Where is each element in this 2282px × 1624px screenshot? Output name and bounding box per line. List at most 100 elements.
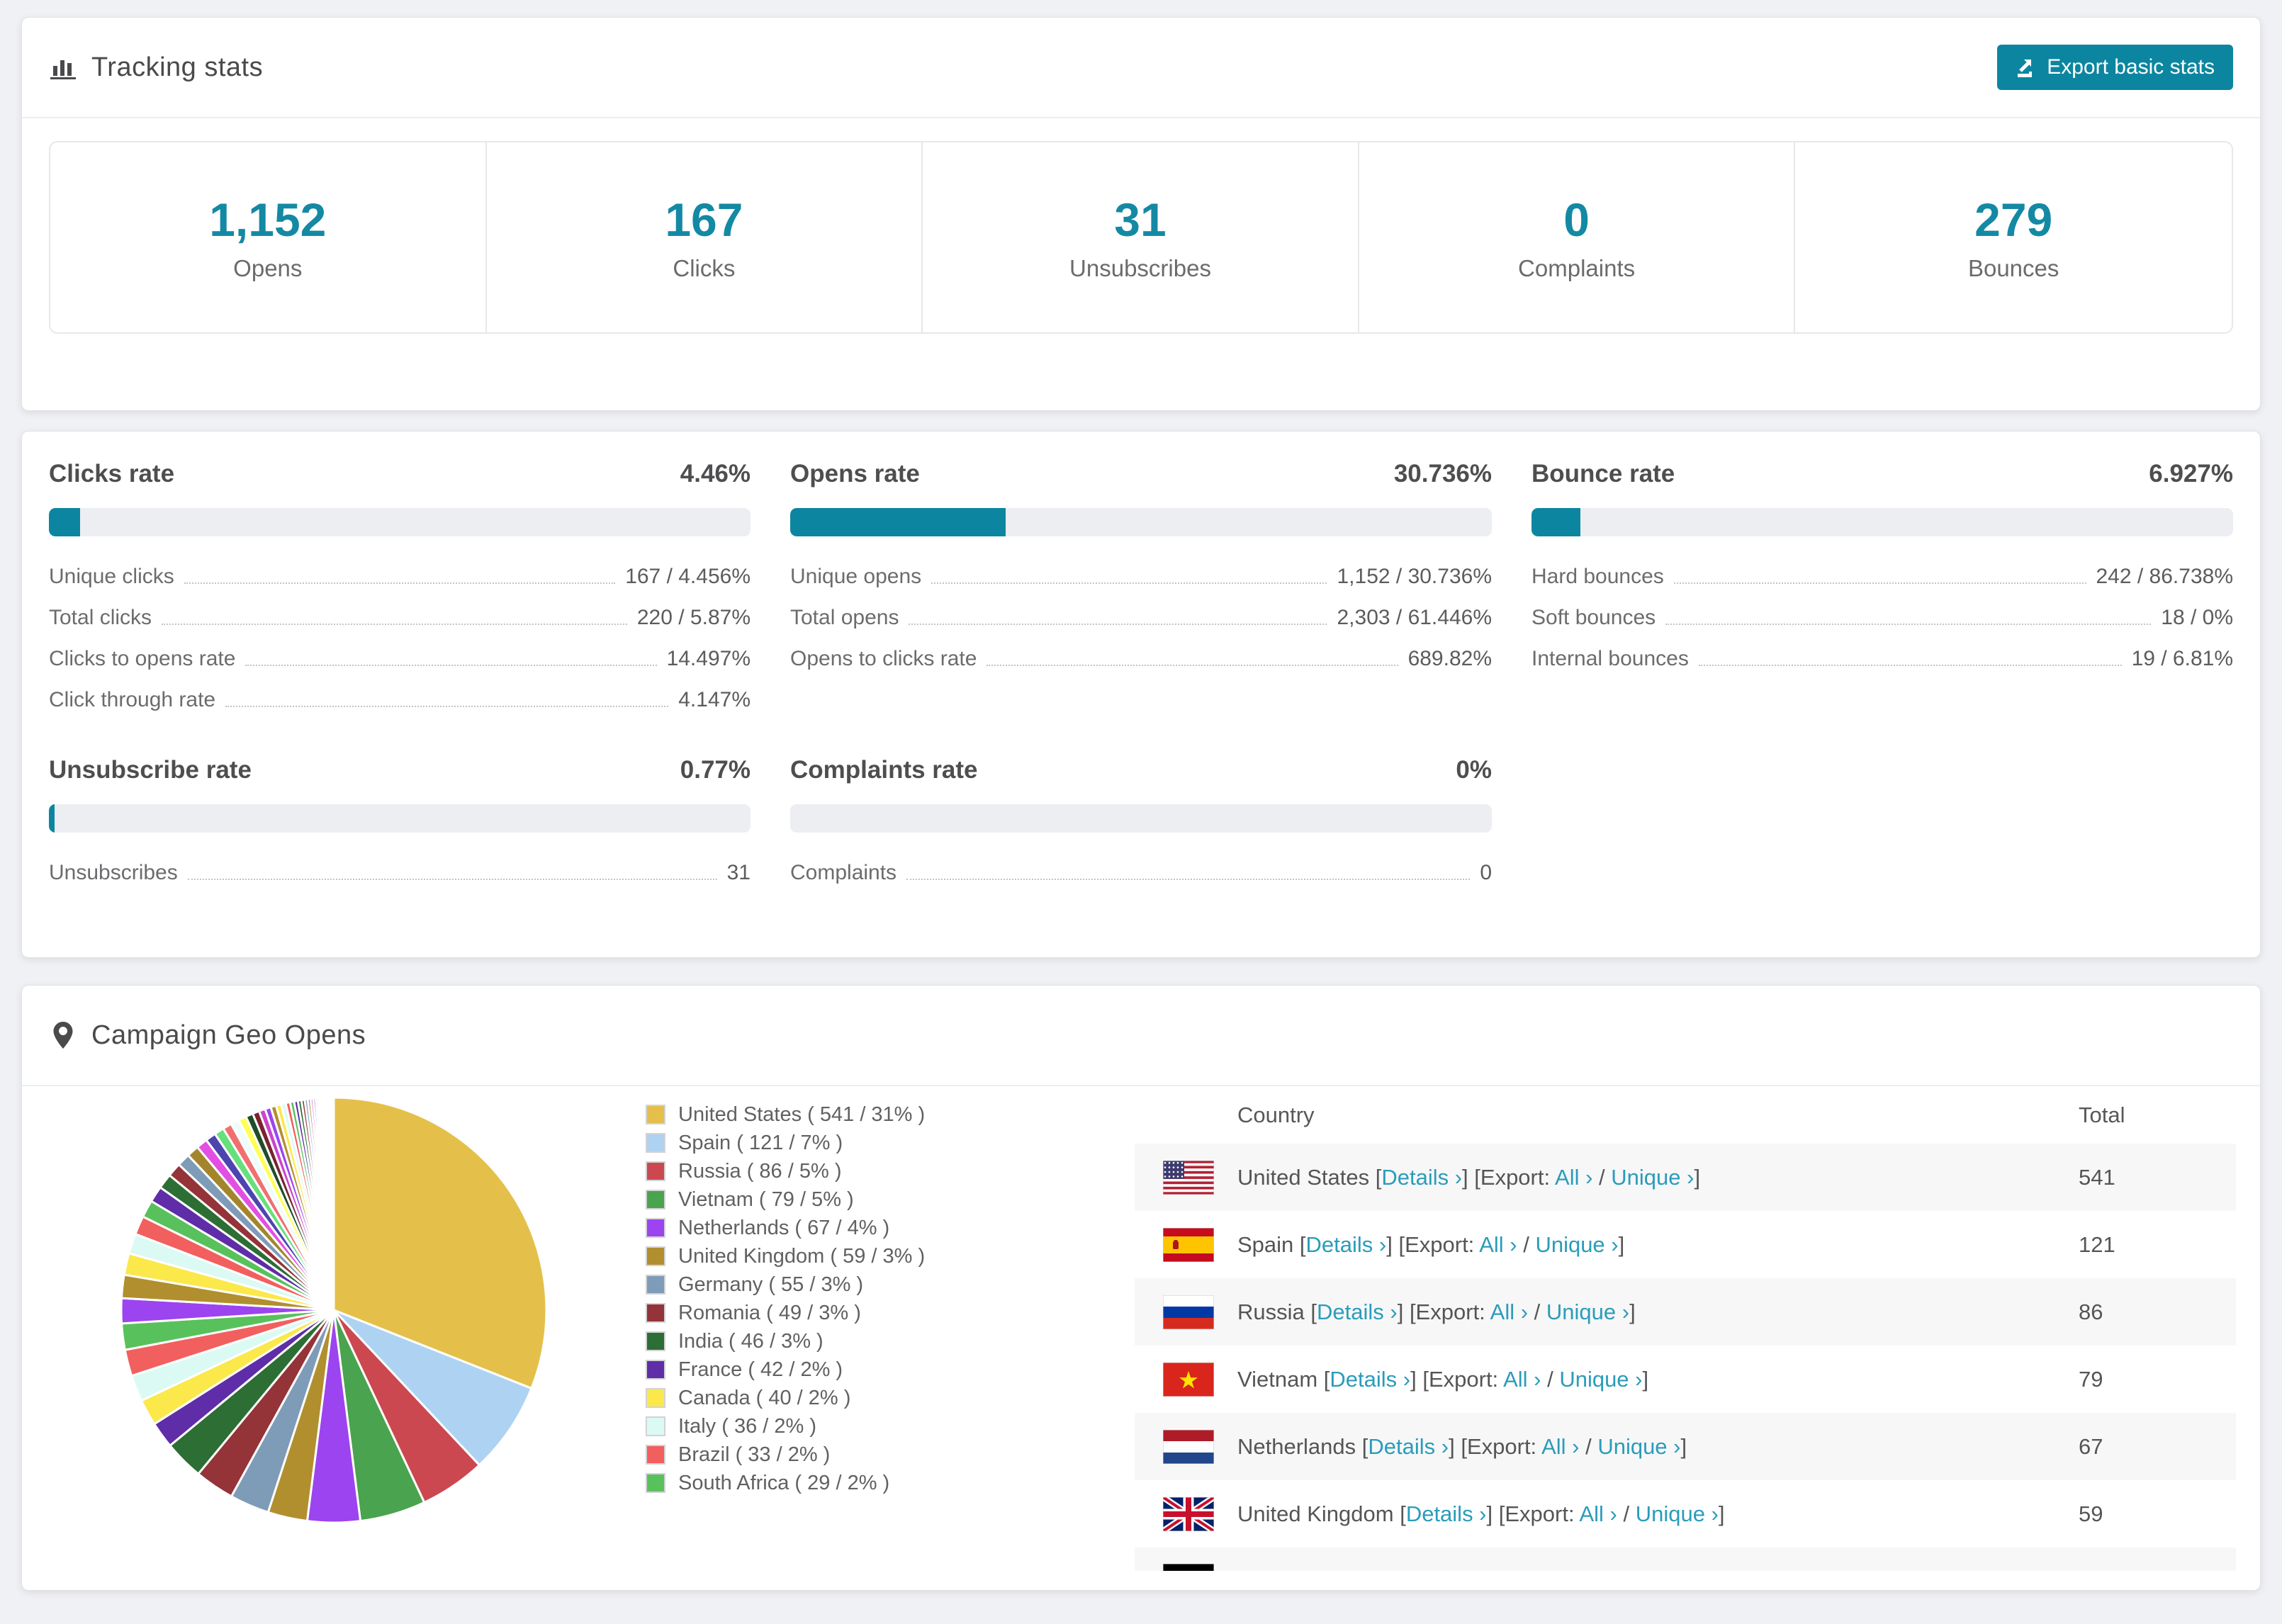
dotted-leader bbox=[931, 582, 1327, 584]
export-unique-link[interactable]: Unique › bbox=[1597, 1434, 1680, 1459]
geo-country-cell: United States [Details ›] [Export: All ›… bbox=[1237, 1165, 1700, 1190]
legend-label: Vietnam ( 79 / 5% ) bbox=[678, 1188, 854, 1211]
export-all-link[interactable]: All › bbox=[1541, 1434, 1579, 1459]
details-link[interactable]: Details › bbox=[1381, 1165, 1462, 1190]
export-all-link[interactable]: All › bbox=[1555, 1165, 1592, 1190]
export-unique-link[interactable]: Unique › bbox=[1611, 1165, 1694, 1190]
legend-item: Canada ( 40 / 2% ) bbox=[646, 1384, 1135, 1412]
export-unique-link[interactable]: Unique › bbox=[1636, 1501, 1719, 1526]
flag-gb-icon bbox=[1163, 1496, 1214, 1531]
rate-value: 0.77% bbox=[680, 756, 751, 784]
flag-ru-icon bbox=[1163, 1295, 1214, 1329]
metric-label: Unsubscribes bbox=[49, 861, 178, 884]
export-all-link[interactable]: All › bbox=[1503, 1367, 1541, 1392]
dotted-leader bbox=[225, 706, 669, 707]
rate-value: 6.927% bbox=[2149, 460, 2233, 487]
details-link[interactable]: Details › bbox=[1306, 1232, 1387, 1257]
slash: / bbox=[1541, 1366, 1560, 1392]
dotted-leader bbox=[184, 582, 616, 584]
export-unique-link[interactable]: Unique › bbox=[1546, 1299, 1629, 1324]
metric-label: Opens to clicks rate bbox=[790, 647, 977, 670]
details-link[interactable]: Details › bbox=[1406, 1501, 1487, 1526]
slash: / bbox=[1579, 1433, 1598, 1459]
export-all-link[interactable]: All › bbox=[1479, 1232, 1517, 1257]
metric-label: Internal bounces bbox=[1531, 647, 1689, 670]
rate-rows: Unique opens 1,152 / 30.736% Total opens… bbox=[790, 556, 1492, 680]
export-label: [Export: bbox=[1409, 1299, 1490, 1324]
geo-title-text: Campaign Geo Opens bbox=[91, 1020, 366, 1050]
metric-value: 31 bbox=[726, 861, 751, 884]
legend-item: India ( 46 / 3% ) bbox=[646, 1327, 1135, 1355]
export-basic-stats-button[interactable]: Export basic stats bbox=[1997, 45, 2233, 90]
bracket: [ bbox=[1400, 1501, 1406, 1526]
legend-label: Canada ( 40 / 2% ) bbox=[678, 1386, 851, 1409]
metric-label: Total clicks bbox=[49, 606, 152, 629]
rate-rows: Unique clicks 167 / 4.456% Total clicks … bbox=[49, 556, 751, 721]
stat-label: Unsubscribes bbox=[1069, 255, 1211, 281]
rate-progress-track bbox=[790, 804, 1492, 833]
geo-table-rows: United States [Details ›] [Export: All ›… bbox=[1135, 1144, 2236, 1571]
export-unique-link[interactable]: Unique › bbox=[1535, 1232, 1618, 1257]
metric-row: Clicks to opens rate 14.497% bbox=[49, 638, 751, 680]
map-marker-icon bbox=[53, 1022, 73, 1049]
country-name: Netherlands bbox=[1237, 1433, 1362, 1459]
legend-swatch bbox=[646, 1416, 665, 1436]
legend-swatch bbox=[646, 1388, 665, 1408]
dotted-leader bbox=[187, 879, 717, 880]
country-name: Spain bbox=[1237, 1231, 1300, 1257]
metric-label: Unique opens bbox=[790, 565, 922, 588]
legend-item: Germany ( 55 / 3% ) bbox=[646, 1270, 1135, 1299]
rate-titlebar: Bounce rate 6.927% bbox=[1531, 460, 2233, 488]
geo-pie-legend: United States ( 541 / 31% ) Spain ( 121 … bbox=[646, 1086, 1135, 1497]
rate-block: Complaints rate 0% Complaints 0 bbox=[790, 756, 1492, 893]
stat-value: 31 bbox=[1114, 193, 1167, 246]
country-name: United Kingdom bbox=[1237, 1501, 1400, 1526]
bracket: ] bbox=[1486, 1501, 1499, 1526]
legend-swatch bbox=[646, 1303, 665, 1323]
stat-label: Clicks bbox=[673, 255, 736, 281]
metric-value: 242 / 86.738% bbox=[2096, 565, 2234, 588]
rate-progress-fill bbox=[49, 508, 81, 536]
details-link[interactable]: Details › bbox=[1330, 1367, 1410, 1392]
metric-value: 1,152 / 30.736% bbox=[1337, 565, 1492, 588]
campaign-geo-opens-card: Campaign Geo Opens United States ( 541 /… bbox=[21, 985, 2261, 1591]
export-all-link[interactable]: All › bbox=[1490, 1299, 1528, 1324]
metric-row: Unsubscribes 31 bbox=[49, 852, 751, 893]
stat-label: Complaints bbox=[1518, 255, 1636, 281]
metric-value: 2,303 / 61.446% bbox=[1337, 606, 1492, 629]
stat-label: Bounces bbox=[1967, 255, 2059, 281]
legend-swatch bbox=[646, 1190, 665, 1209]
rate-block: Unsubscribe rate 0.77% Unsubscribes 31 bbox=[49, 756, 751, 893]
geo-body: United States ( 541 / 31% ) Spain ( 121 … bbox=[22, 1086, 2260, 1571]
country-name: Vietnam bbox=[1237, 1366, 1324, 1392]
flag-es-icon bbox=[1163, 1227, 1214, 1262]
dotted-leader bbox=[987, 665, 1398, 666]
details-link[interactable]: Details › bbox=[1368, 1434, 1449, 1459]
rate-progress-fill bbox=[49, 804, 55, 833]
dotted-leader bbox=[906, 879, 1471, 880]
geo-table: Country Total United States [Details ›] … bbox=[1135, 1086, 2236, 1571]
slash: / bbox=[1617, 1501, 1636, 1526]
stat-label: Opens bbox=[233, 255, 303, 281]
legend-item: Russia ( 86 / 5% ) bbox=[646, 1157, 1135, 1185]
geo-table-header: Country Total bbox=[1135, 1086, 2236, 1144]
stat-value: 167 bbox=[665, 193, 743, 246]
tracking-stats-title-text: Tracking stats bbox=[91, 52, 264, 82]
export-unique-link[interactable]: Unique › bbox=[1559, 1367, 1642, 1392]
export-all-link[interactable]: All › bbox=[1579, 1501, 1617, 1526]
table-row: Netherlands [Details ›] [Export: All › /… bbox=[1135, 1413, 2236, 1480]
rate-block: Clicks rate 4.46% Unique clicks 167 / 4.… bbox=[49, 460, 751, 721]
bracket: ] bbox=[1449, 1433, 1461, 1459]
details-link[interactable]: Details › bbox=[1317, 1299, 1398, 1324]
metric-row: Soft bounces 18 / 0% bbox=[1531, 597, 2233, 638]
dotted-leader bbox=[1673, 582, 2086, 584]
export-icon bbox=[2018, 60, 2033, 77]
geo-total-cell: 79 bbox=[2079, 1366, 2103, 1392]
rate-progress-track bbox=[790, 508, 1492, 536]
legend-label: Netherlands ( 67 / 4% ) bbox=[678, 1216, 890, 1239]
metric-value: 18 / 0% bbox=[2161, 606, 2233, 629]
bracket: ] bbox=[1642, 1366, 1649, 1392]
legend-label: Russia ( 86 / 5% ) bbox=[678, 1159, 842, 1183]
dotted-leader bbox=[1698, 665, 2122, 666]
rate-titlebar: Complaints rate 0% bbox=[790, 756, 1492, 784]
